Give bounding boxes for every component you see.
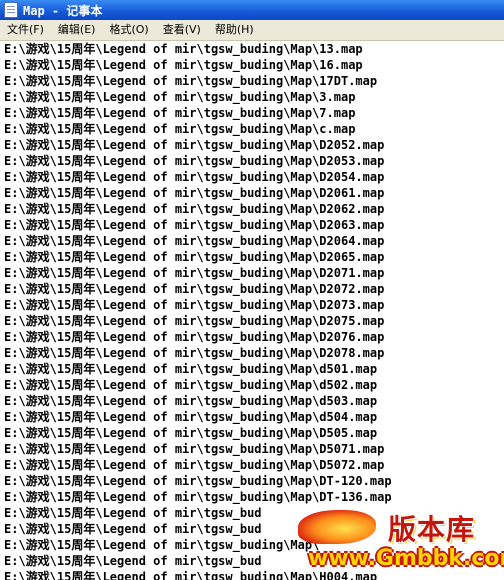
text-line[interactable]: E:\游戏\15周年\Legend of mir\tgsw_buding\Map… bbox=[4, 89, 504, 105]
notepad-icon bbox=[4, 2, 18, 18]
text-line[interactable]: E:\游戏\15周年\Legend of mir\tgsw_buding\Map… bbox=[4, 489, 504, 505]
text-line[interactable]: E:\游戏\15周年\Legend of mir\tgsw_buding\Map… bbox=[4, 105, 504, 121]
title-bar[interactable]: Map - 记事本 bbox=[0, 0, 504, 20]
text-line[interactable]: E:\游戏\15周年\Legend of mir\tgsw_buding\Map… bbox=[4, 233, 504, 249]
text-line[interactable]: E:\游戏\15周年\Legend of mir\tgsw_buding\Map… bbox=[4, 313, 504, 329]
menu-help[interactable]: 帮助(H) bbox=[208, 20, 261, 40]
text-line[interactable]: E:\游戏\15周年\Legend of mir\tgsw_buding\Map… bbox=[4, 57, 504, 73]
watermark-url: www.Gmbbk.com bbox=[308, 546, 504, 571]
text-line[interactable]: E:\游戏\15周年\Legend of mir\tgsw_buding\Map… bbox=[4, 329, 504, 345]
text-line[interactable]: E:\游戏\15周年\Legend of mir\tgsw_buding\Map… bbox=[4, 409, 504, 425]
menu-view[interactable]: 查看(V) bbox=[156, 20, 208, 40]
text-line[interactable]: E:\游戏\15周年\Legend of mir\tgsw_buding\Map… bbox=[4, 249, 504, 265]
text-line[interactable]: E:\游戏\15周年\Legend of mir\tgsw_buding\Map… bbox=[4, 201, 504, 217]
text-line[interactable]: E:\游戏\15周年\Legend of mir\tgsw_buding\Map… bbox=[4, 473, 504, 489]
menu-bar: 文件(F) 编辑(E) 格式(O) 查看(V) 帮助(H) bbox=[0, 20, 504, 41]
text-line[interactable]: E:\游戏\15周年\Legend of mir\tgsw_buding\Map… bbox=[4, 345, 504, 361]
text-line[interactable]: E:\游戏\15周年\Legend of mir\tgsw_buding\Map… bbox=[4, 441, 504, 457]
text-line[interactable]: E:\游戏\15周年\Legend of mir\tgsw_buding\Map… bbox=[4, 297, 504, 313]
text-line[interactable]: E:\游戏\15周年\Legend of mir\tgsw_buding\Map… bbox=[4, 361, 504, 377]
text-line[interactable]: E:\游戏\15周年\Legend of mir\tgsw_buding\Map… bbox=[4, 121, 504, 137]
watermark-logo: 版本库 www.Gmbbk.com bbox=[298, 508, 504, 576]
menu-file[interactable]: 文件(F) bbox=[0, 20, 51, 40]
text-line[interactable]: E:\游戏\15周年\Legend of mir\tgsw_buding\Map… bbox=[4, 153, 504, 169]
text-line[interactable]: E:\游戏\15周年\Legend of mir\tgsw_buding\Map… bbox=[4, 457, 504, 473]
text-line[interactable]: E:\游戏\15周年\Legend of mir\tgsw_buding\Map… bbox=[4, 377, 504, 393]
text-line[interactable]: E:\游戏\15周年\Legend of mir\tgsw_buding\Map… bbox=[4, 425, 504, 441]
window-title: Map - 记事本 bbox=[23, 3, 103, 18]
menu-edit[interactable]: 编辑(E) bbox=[51, 20, 103, 40]
menu-format[interactable]: 格式(O) bbox=[102, 20, 155, 40]
text-line[interactable]: E:\游戏\15周年\Legend of mir\tgsw_buding\Map… bbox=[4, 393, 504, 409]
text-line[interactable]: E:\游戏\15周年\Legend of mir\tgsw_buding\Map… bbox=[4, 73, 504, 89]
text-line[interactable]: E:\游戏\15周年\Legend of mir\tgsw_buding\Map… bbox=[4, 185, 504, 201]
text-line[interactable]: E:\游戏\15周年\Legend of mir\tgsw_buding\Map… bbox=[4, 137, 504, 153]
text-line[interactable]: E:\游戏\15周年\Legend of mir\tgsw_buding\Map… bbox=[4, 281, 504, 297]
watermark-title: 版本库 bbox=[388, 513, 476, 546]
text-line[interactable]: E:\游戏\15周年\Legend of mir\tgsw_buding\Map… bbox=[4, 41, 504, 57]
flame-logo-icon bbox=[298, 510, 376, 544]
text-line[interactable]: E:\游戏\15周年\Legend of mir\tgsw_buding\Map… bbox=[4, 169, 504, 185]
text-line[interactable]: E:\游戏\15周年\Legend of mir\tgsw_buding\Map… bbox=[4, 217, 504, 233]
text-editor-area[interactable]: E:\游戏\15周年\Legend of mir\tgsw_buding\Map… bbox=[0, 41, 504, 580]
text-line[interactable]: E:\游戏\15周年\Legend of mir\tgsw_buding\Map… bbox=[4, 265, 504, 281]
